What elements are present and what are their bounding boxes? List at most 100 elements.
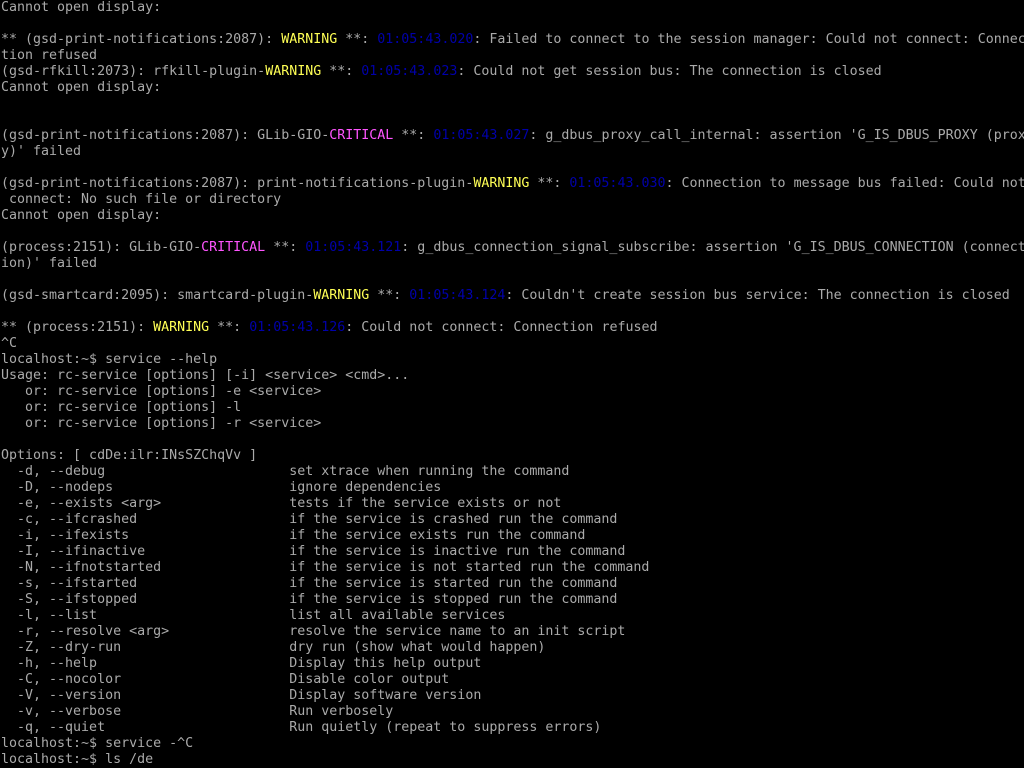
timestamp: 01:05:43.023 (361, 64, 458, 79)
console-line: Usage: rc-service [options] [-i] <servic… (1, 368, 1024, 384)
console-line: -d, --debug set xtrace when running the … (1, 464, 1024, 480)
console-line: or: rc-service [options] -l (1, 400, 1024, 416)
console-text: -D, --nodeps ignore dependencies (1, 480, 442, 495)
console-text: ** (gsd-print-notifications:2087): (1, 32, 282, 47)
console-text: **: (393, 128, 434, 143)
console-text: -e, --exists <arg> tests if the service … (1, 496, 562, 511)
console-text: or: rc-service [options] -l (1, 400, 242, 415)
console-text: -c, --ifcrashed if the service is crashe… (1, 512, 618, 527)
console-text: ** (process:2151): (1, 320, 154, 335)
warning-label: WARNING (313, 288, 370, 303)
console-text: (gsd-rfkill:2073): rfkill-plugin- (1, 64, 266, 79)
console-text: localhost:~$ service -^C (1, 736, 194, 751)
console-line: -h, --help Display this help output (1, 656, 1024, 672)
console-text: -s, --ifstarted if the service is starte… (1, 576, 618, 591)
console-text: : g_dbus_proxy_call_internal: assertion … (529, 128, 1024, 143)
console-line: -D, --nodeps ignore dependencies (1, 480, 1024, 496)
console-text: -l, --list list all available services (1, 608, 506, 623)
console-text: localhost:~$ service --help (1, 352, 218, 367)
console-line: -l, --list list all available services (1, 608, 1024, 624)
console-text: **: (369, 288, 410, 303)
console-text: Cannot open display: (1, 0, 162, 15)
console-line: localhost:~$ service -^C (1, 736, 1024, 752)
timestamp: 01:05:43.126 (249, 320, 346, 335)
console-text: y)' failed (1, 144, 82, 159)
console-text: **: (321, 64, 362, 79)
console-line: Cannot open display: (1, 0, 1024, 16)
terminal-console[interactable]: Cannot open display: ** (gsd-print-notifi… (0, 0, 1024, 768)
timestamp: 01:05:43.030 (569, 176, 666, 191)
console-line: ^C (1, 336, 1024, 352)
critical-label: CRITICAL (201, 240, 266, 255)
console-line: -Z, --dry-run dry run (show what would h… (1, 640, 1024, 656)
text-cursor (153, 753, 161, 767)
console-line: -s, --ifstarted if the service is starte… (1, 576, 1024, 592)
command-prompt-line[interactable]: localhost:~$ ls /de (1, 752, 1024, 768)
timestamp: 01:05:43.027 (433, 128, 530, 143)
console-line: ion)' failed (1, 256, 1024, 272)
console-line: or: rc-service [options] -e <service> (1, 384, 1024, 400)
console-text: or: rc-service [options] -e <service> (1, 384, 322, 399)
console-text: connect: No such file or directory (1, 192, 282, 207)
console-line: Options: [ cdDe:ilr:INsSZChqVv ] (1, 448, 1024, 464)
console-text: Usage: rc-service [options] [-i] <servic… (1, 368, 410, 383)
console-text: -d, --debug set xtrace when running the … (1, 464, 570, 479)
console-text: -V, --version Display software version (1, 688, 482, 703)
console-line: ** (gsd-print-notifications:2087): WARNI… (1, 32, 1024, 48)
console-text: -Z, --dry-run dry run (show what would h… (1, 640, 546, 655)
console-line: -v, --verbose Run verbosely (1, 704, 1024, 720)
console-line: Cannot open display: (1, 80, 1024, 96)
console-text: : Couldn't create session bus service: T… (505, 288, 1010, 303)
console-line: -i, --ifexists if the service exists run… (1, 528, 1024, 544)
critical-label: CRITICAL (329, 128, 394, 143)
warning-label: WARNING (153, 320, 210, 335)
console-line: -S, --ifstopped if the service is stoppe… (1, 592, 1024, 608)
console-text: -S, --ifstopped if the service is stoppe… (1, 592, 618, 607)
warning-label: WARNING (281, 32, 338, 47)
console-line: (gsd-print-notifications:2087): GLib-GIO… (1, 128, 1024, 144)
console-text: : g_dbus_connection_signal_subscribe: as… (401, 240, 1024, 255)
console-text: (gsd-print-notifications:2087): print-no… (1, 176, 474, 191)
console-text: ion)' failed (1, 256, 98, 271)
timestamp: 01:05:43.124 (409, 288, 506, 303)
console-text: Cannot open display: (1, 208, 162, 223)
console-text: (process:2151): GLib-GIO- (1, 240, 202, 255)
console-line: (gsd-rfkill:2073): rfkill-plugin-WARNING… (1, 64, 1024, 80)
console-line: (gsd-smartcard:2095): smartcard-plugin-W… (1, 288, 1024, 304)
console-text: (gsd-print-notifications:2087): GLib-GIO… (1, 128, 330, 143)
console-line: (gsd-print-notifications:2087): print-no… (1, 176, 1024, 192)
console-text: (gsd-smartcard:2095): smartcard-plugin- (1, 288, 314, 303)
console-text: -h, --help Display this help output (1, 656, 482, 671)
console-text: -I, --ifinactive if the service is inact… (1, 544, 626, 559)
console-text: : Could not get session bus: The connect… (457, 64, 882, 79)
console-text: -N, --ifnotstarted if the service is not… (1, 560, 650, 575)
console-text: **: (337, 32, 378, 47)
console-text: -q, --quiet Run quietly (repeat to suppr… (1, 720, 602, 735)
console-text: ^C (1, 336, 18, 351)
console-text: : Connection to message bus failed: Coul… (665, 176, 1024, 191)
console-line: -V, --version Display software version (1, 688, 1024, 704)
console-line: connect: No such file or directory (1, 192, 1024, 208)
console-line: Cannot open display: (1, 208, 1024, 224)
console-text: **: (529, 176, 570, 191)
console-text: Options: [ cdDe:ilr:INsSZChqVv ] (1, 448, 258, 463)
console-line: -r, --resolve <arg> resolve the service … (1, 624, 1024, 640)
console-line: or: rc-service [options] -r <service> (1, 416, 1024, 432)
console-text: Cannot open display: (1, 80, 162, 95)
console-line: (process:2151): GLib-GIO-CRITICAL **: 01… (1, 240, 1024, 256)
console-text: **: (209, 320, 250, 335)
console-line: -C, --nocolor Disable color output (1, 672, 1024, 688)
console-line: -q, --quiet Run quietly (repeat to suppr… (1, 720, 1024, 736)
console-text: **: (265, 240, 306, 255)
console-text: -r, --resolve <arg> resolve the service … (1, 624, 626, 639)
console-text: : Failed to connect to the session manag… (473, 32, 1024, 47)
console-text: -v, --verbose Run verbosely (1, 704, 394, 719)
